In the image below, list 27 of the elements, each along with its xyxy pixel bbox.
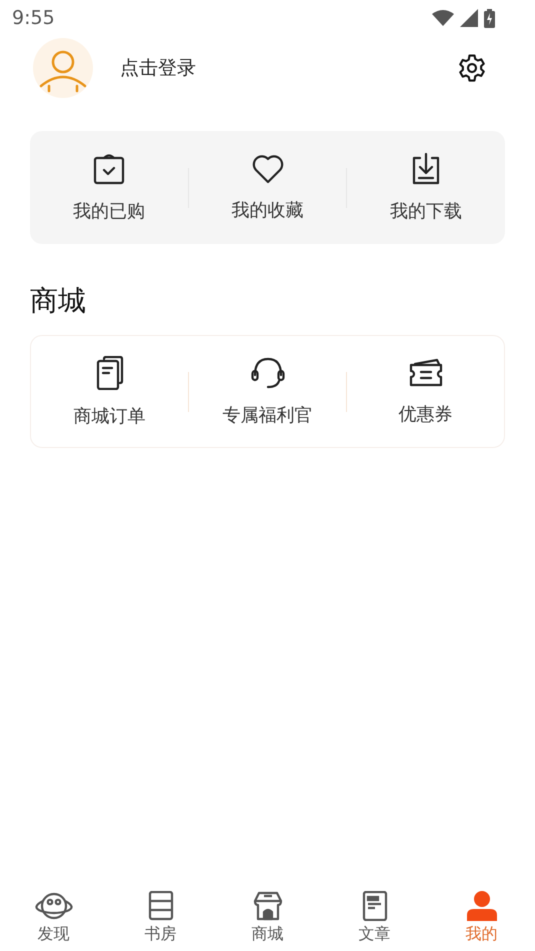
signal-icon [460, 9, 478, 27]
nav-tab[interactable]: 商城 [214, 874, 321, 945]
article-icon [362, 891, 388, 921]
nav-tab[interactable]: 书房 [107, 874, 214, 945]
wifi-icon [432, 10, 454, 26]
settings-icon[interactable] [457, 53, 487, 83]
quick-link-label[interactable]: 我的收藏 [232, 198, 304, 222]
login-link[interactable]: 点击登录 [120, 55, 457, 81]
nav-tab[interactable]: 发现 [0, 874, 107, 945]
person-icon [466, 891, 496, 921]
document-icon[interactable] [96, 356, 124, 390]
nav-tab[interactable]: 文章 [321, 874, 428, 945]
planet-icon [34, 891, 72, 921]
status-time: 9:55 [12, 7, 55, 29]
bookshelf-icon [148, 891, 174, 921]
mall-item-label[interactable]: 优惠券 [398, 402, 452, 426]
ticket-icon[interactable] [408, 358, 442, 388]
mall-item-label[interactable]: 商城订单 [74, 404, 146, 428]
bag-check-icon[interactable] [92, 152, 125, 184]
section-title: 商城 [30, 283, 87, 319]
heart-icon[interactable] [252, 154, 284, 184]
quick-link-label[interactable]: 我的下载 [390, 198, 462, 222]
battery-icon [484, 8, 495, 28]
store-icon [252, 891, 282, 921]
quick-link-label[interactable]: 我的已购 [72, 198, 145, 222]
mall-item-label[interactable]: 专属福利官 [222, 402, 312, 426]
headset-icon[interactable] [250, 356, 284, 388]
